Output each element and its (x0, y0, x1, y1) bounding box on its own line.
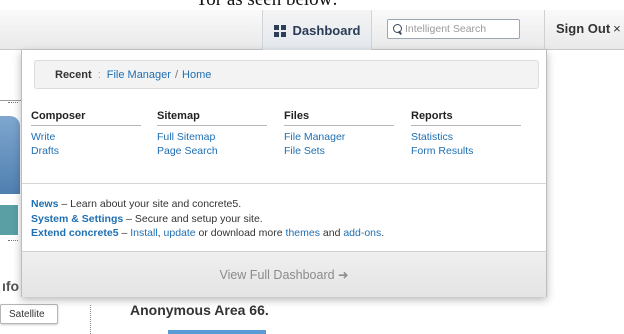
menu-link-drafts[interactable]: Drafts (31, 144, 141, 158)
breadcrumb-link-file-manager[interactable]: File Manager (107, 69, 171, 81)
teal-block (0, 205, 18, 235)
dashboard-button[interactable]: Dashboard (262, 10, 372, 51)
extend-link[interactable]: Extend concrete5 (31, 227, 119, 239)
person-image (0, 116, 20, 194)
extend-text-more: or download more (195, 227, 286, 239)
menu-link-form-results[interactable]: Form Results (411, 144, 521, 158)
breadcrumb-slash: / (174, 68, 179, 81)
page-divider (0, 100, 22, 101)
column-title: Files (284, 110, 394, 126)
page-dotted-divider (90, 305, 91, 334)
grid-icon (273, 24, 286, 37)
menu-link-full-sitemap[interactable]: Full Sitemap (157, 130, 267, 144)
info-line-news: News – Learn about your site and concret… (31, 197, 546, 212)
column-title: Sitemap (157, 110, 267, 126)
dashboard-panel: Recent : File Manager / Home Composer Wr… (21, 50, 547, 297)
search-input[interactable] (405, 23, 517, 35)
breadcrumb-recent-label: Recent (55, 68, 92, 81)
menu-column-sitemap: Sitemap Full Sitemap Page Search (157, 110, 267, 158)
menu-column-files: Files File Manager File Sets (284, 110, 394, 158)
and-text: and (319, 227, 344, 239)
sign-out-button[interactable]: Sign Out × (556, 21, 621, 36)
satellite-button[interactable]: Satellite (0, 304, 58, 324)
update-link[interactable]: update (164, 227, 196, 239)
extend-text: – (118, 227, 131, 239)
caption-text: Tor as seen below: (196, 0, 338, 10)
close-icon: × (613, 21, 621, 36)
page-fragment-text: ıfo (2, 278, 20, 294)
search-box[interactable] (387, 19, 520, 39)
system-text: – Secure and setup your site. (123, 212, 263, 225)
info-line-extend: Extend concrete5 – Install, update or do… (31, 226, 546, 241)
addons-link[interactable]: add-ons (343, 227, 381, 239)
period-text: . (381, 227, 385, 239)
breadcrumb-link-home[interactable]: Home (182, 69, 211, 81)
page-dotted-rule (8, 102, 18, 103)
sign-out-label: Sign Out (556, 21, 611, 36)
themes-link[interactable]: themes (286, 227, 320, 239)
menu-link-statistics[interactable]: Statistics (411, 130, 521, 144)
menu-column-composer: Composer Write Drafts (31, 110, 141, 158)
menu-column-reports: Reports Statistics Form Results (411, 110, 521, 158)
info-area: News – Learn about your site and concret… (22, 183, 546, 251)
system-settings-link[interactable]: System & Settings (31, 213, 123, 225)
panel-footer: View Full Dashboard ➜ (22, 251, 546, 297)
breadcrumb: Recent : File Manager / Home (34, 60, 539, 89)
toolbar-divider (544, 10, 545, 50)
caption-strip: Tor as seen below: (0, 0, 624, 10)
menu-link-file-sets[interactable]: File Sets (284, 144, 394, 158)
page-dotted-rule (8, 240, 18, 241)
satellite-label: Satellite (9, 308, 45, 320)
search-icon (393, 23, 402, 35)
dashboard-label: Dashboard (292, 23, 361, 38)
menu-link-write[interactable]: Write (31, 130, 141, 144)
view-full-dashboard-link[interactable]: View Full Dashboard ➜ (219, 267, 348, 282)
install-link[interactable]: Install (130, 227, 157, 239)
menu-link-file-manager[interactable]: File Manager (284, 130, 394, 144)
news-text: – Learn about your site and concrete5. (58, 198, 242, 210)
column-title: Composer (31, 110, 141, 126)
info-line-system: System & Settings – Secure and setup you… (31, 212, 546, 227)
area-title: Anonymous Area 66. (130, 302, 269, 318)
breadcrumb-separator: : (97, 68, 101, 81)
menu-link-page-search[interactable]: Page Search (157, 144, 267, 158)
blue-strip (168, 330, 266, 334)
news-link[interactable]: News (31, 198, 58, 210)
column-title: Reports (411, 110, 521, 126)
